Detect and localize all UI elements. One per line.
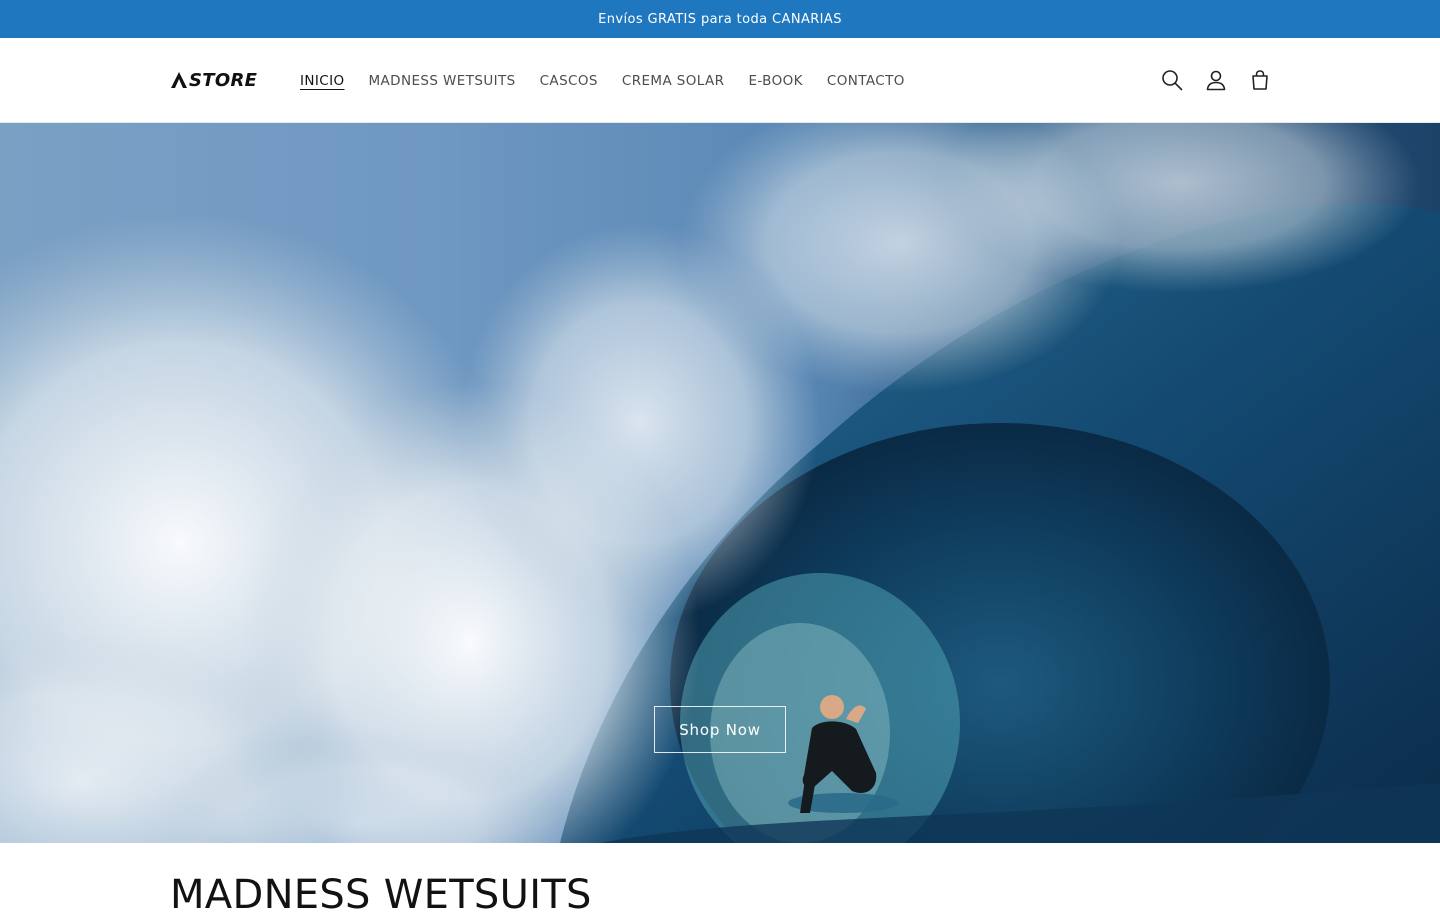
- cart-button[interactable]: [1238, 58, 1282, 102]
- logo-mark-icon: [171, 72, 187, 88]
- nav-item-cascos[interactable]: CASCOS: [528, 73, 610, 89]
- store-logo[interactable]: STORE: [170, 69, 257, 91]
- cart-icon: [1252, 70, 1268, 90]
- account-button[interactable]: [1194, 58, 1238, 102]
- section-title: MADNESS WETSUITS: [170, 872, 592, 918]
- site-header: STORE INICIO MADNESS WETSUITS CASCOS CRE…: [0, 38, 1440, 123]
- nav-item-contacto[interactable]: CONTACTO: [815, 73, 917, 89]
- account-icon: [1206, 70, 1226, 91]
- main-nav: INICIO MADNESS WETSUITS CASCOS CREMA SOL…: [288, 38, 917, 123]
- nav-item-crema-solar[interactable]: CREMA SOLAR: [610, 73, 737, 89]
- hero-banner: Shop Now: [0, 123, 1440, 843]
- announcement-bar: Envíos GRATIS para toda CANARIAS: [0, 0, 1440, 38]
- nav-item-madness-wetsuits[interactable]: MADNESS WETSUITS: [357, 73, 528, 89]
- nav-item-e-book[interactable]: E-BOOK: [736, 73, 814, 89]
- nav-item-inicio[interactable]: INICIO: [288, 73, 357, 89]
- shop-now-label: Shop Now: [679, 720, 761, 739]
- announcement-text: Envíos GRATIS para toda CANARIAS: [598, 11, 842, 27]
- shop-now-button[interactable]: Shop Now: [654, 706, 786, 753]
- logo-text: STORE: [189, 69, 258, 91]
- search-button[interactable]: [1150, 58, 1194, 102]
- search-icon: [1162, 70, 1183, 91]
- header-icons: [1150, 58, 1282, 102]
